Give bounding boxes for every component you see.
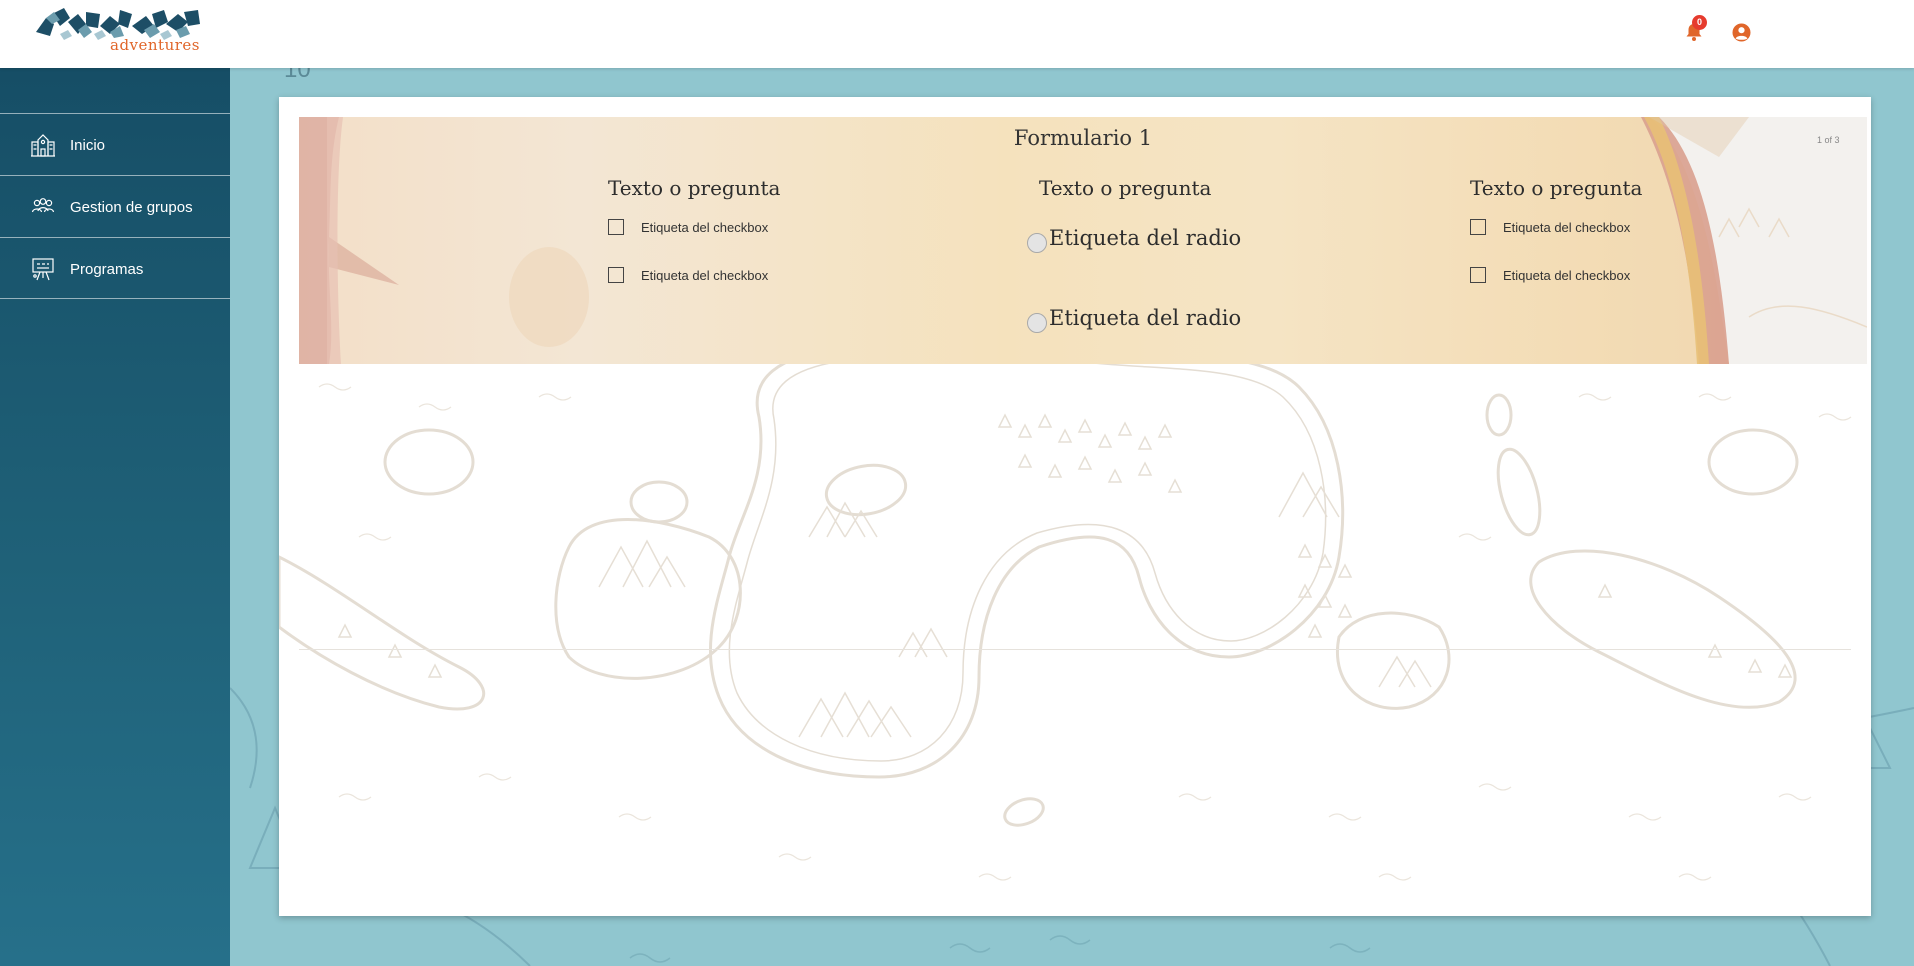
sidebar-item-label: Inicio [70,137,106,154]
radio-button[interactable] [1027,233,1047,253]
checkbox[interactable] [608,219,624,235]
user-circle-icon [1732,23,1751,42]
content-divider [299,649,1851,650]
group-icon [30,194,56,220]
logo-wordmark: adventures [110,36,200,54]
radio-button[interactable] [1027,313,1047,333]
school-building-icon [30,132,56,158]
question-text: Texto o pregunta [1039,176,1212,200]
sidebar-item-gestion-de-grupos[interactable]: Gestion de grupos [0,175,230,237]
checkbox-option[interactable]: Etiqueta del checkbox [608,217,788,237]
checkbox-option[interactable]: Etiqueta del checkbox [608,265,788,285]
sidebar-item-inicio[interactable]: Inicio [0,113,230,175]
question-text: Texto o pregunta [1470,176,1643,200]
sidebar-item-programas[interactable]: Programas [0,237,230,299]
notifications-badge: 0 [1692,15,1707,30]
form-title: Formulario 1 [1013,126,1153,150]
sidebar: Inicio Gestion de grupos Programas [0,68,230,966]
checkbox-label: Etiqueta del checkbox [1503,268,1631,283]
checkbox-option[interactable]: Etiqueta del checkbox [1470,217,1650,237]
sidebar-item-label: Programas [70,261,144,278]
checkbox-label: Etiqueta del checkbox [641,268,769,283]
radio-option[interactable]: Etiqueta del radio [1027,306,1247,333]
content-card: Formulario 1 1 of 3 Texto o pregunta Eti… [279,97,1871,916]
checkbox[interactable] [1470,267,1486,283]
checkbox-label: Etiqueta del checkbox [1503,220,1631,235]
user-account-icon[interactable] [1732,23,1751,42]
question-text: Texto o pregunta [608,176,781,200]
checkbox[interactable] [1470,219,1486,235]
checkbox[interactable] [608,267,624,283]
form-pager: 1 of 3 [1817,135,1840,145]
radio-option[interactable]: Etiqueta del radio [1027,226,1247,253]
checkbox-label: Etiqueta del checkbox [641,220,769,235]
sidebar-item-label: Gestion de grupos [70,199,193,216]
checkbox-option[interactable]: Etiqueta del checkbox [1470,265,1650,285]
radio-label: Etiqueta del radio [1049,306,1242,330]
parchment-form-banner: Formulario 1 1 of 3 Texto o pregunta Eti… [299,117,1867,364]
radio-label: Etiqueta del radio [1049,226,1242,250]
presentation-board-icon [30,256,56,282]
top-header: adventures 0 [0,0,1914,68]
